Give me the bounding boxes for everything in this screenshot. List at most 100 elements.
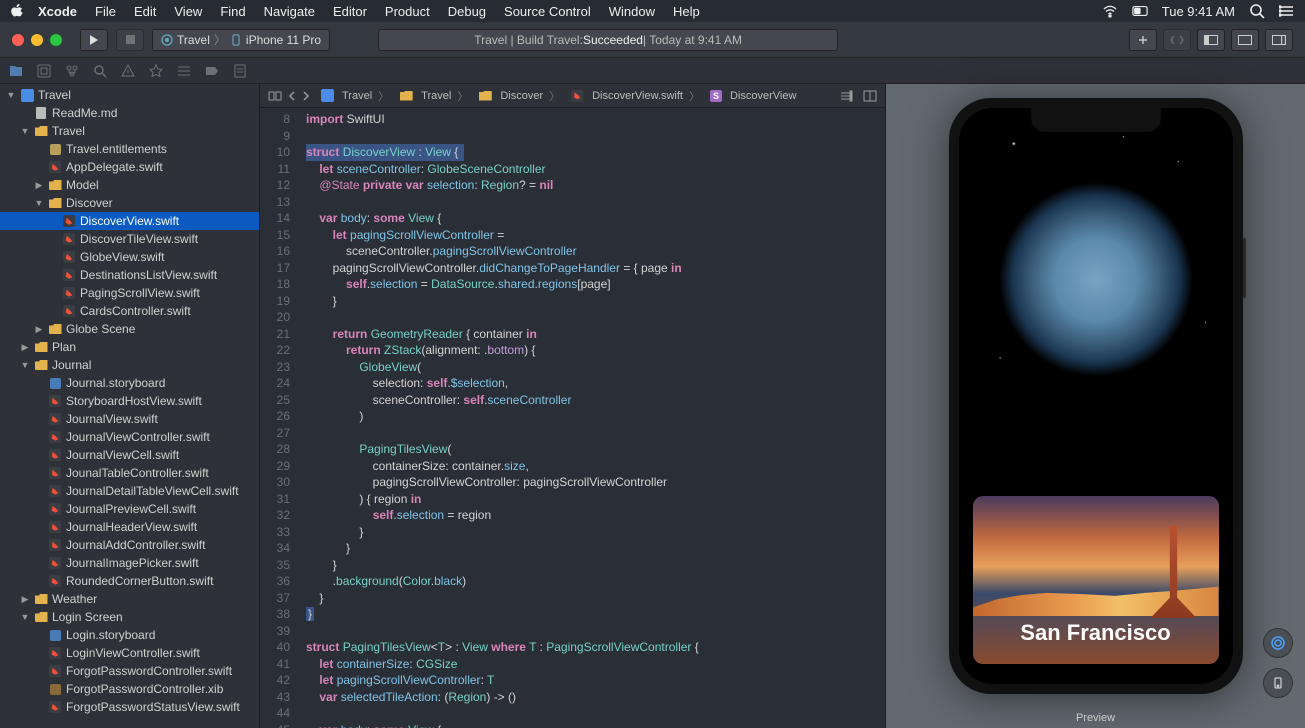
menu-navigate[interactable]: Navigate: [264, 4, 315, 19]
tree-item[interactable]: JournalAddController.swift: [0, 536, 259, 554]
control-center-icon[interactable]: [1132, 3, 1148, 19]
jump-project[interactable]: Travel: [342, 90, 372, 102]
tree-item[interactable]: ▼Travel: [0, 122, 259, 140]
tree-item[interactable]: Login.storyboard: [0, 626, 259, 644]
tree-item[interactable]: PagingScrollView.swift: [0, 284, 259, 302]
tree-item[interactable]: ▶Weather: [0, 590, 259, 608]
add-editor-icon[interactable]: [863, 90, 877, 102]
minimize-window-button[interactable]: [31, 34, 43, 46]
close-window-button[interactable]: [12, 34, 24, 46]
tree-item[interactable]: ForgotPasswordController.xib: [0, 680, 259, 698]
tree-item[interactable]: ▼Journal: [0, 356, 259, 374]
test-navigator-icon[interactable]: [148, 63, 164, 79]
doc-icon: [34, 106, 48, 120]
forward-button-icon[interactable]: [302, 91, 310, 101]
breakpoint-navigator-icon[interactable]: [204, 63, 220, 79]
jump-folder-2[interactable]: Discover: [500, 90, 543, 102]
tree-item[interactable]: ▶Plan: [0, 338, 259, 356]
tree-item[interactable]: JournalViewCell.swift: [0, 446, 259, 464]
tree-item[interactable]: GlobeView.swift: [0, 248, 259, 266]
tree-item[interactable]: JournalViewController.swift: [0, 428, 259, 446]
preview-on-device-button[interactable]: [1263, 668, 1293, 698]
back-button-icon[interactable]: [288, 91, 296, 101]
menu-view[interactable]: View: [174, 4, 202, 19]
tree-item-label: DestinationsListView.swift: [80, 268, 217, 282]
symbol-navigator-icon[interactable]: [64, 63, 80, 79]
tree-item[interactable]: DiscoverView.swift: [0, 212, 259, 230]
tree-item[interactable]: ▶Globe Scene: [0, 320, 259, 338]
jump-file[interactable]: DiscoverView.swift: [592, 90, 683, 102]
tree-item-label: Travel: [52, 124, 85, 138]
menu-file[interactable]: File: [95, 4, 116, 19]
tree-item[interactable]: JournalHeaderView.swift: [0, 518, 259, 536]
tree-item[interactable]: AppDelegate.swift: [0, 158, 259, 176]
tree-item[interactable]: JournalDetailTableViewCell.swift: [0, 482, 259, 500]
menu-help[interactable]: Help: [673, 4, 700, 19]
tree-item[interactable]: DiscoverTileView.swift: [0, 230, 259, 248]
tree-item[interactable]: ▶Model: [0, 176, 259, 194]
zoom-window-button[interactable]: [50, 34, 62, 46]
tree-item[interactable]: CardsController.swift: [0, 302, 259, 320]
related-items-icon[interactable]: [268, 91, 282, 101]
jump-symbol[interactable]: DiscoverView: [730, 90, 796, 102]
wifi-icon[interactable]: [1102, 3, 1118, 19]
tree-item[interactable]: JounalTableController.swift: [0, 464, 259, 482]
menu-product[interactable]: Product: [385, 4, 430, 19]
tree-item-label: JounalTableController.swift: [66, 466, 209, 480]
destination-card[interactable]: San Francisco: [973, 496, 1219, 664]
tree-item[interactable]: LoginViewController.swift: [0, 644, 259, 662]
editor-options-icon[interactable]: [839, 90, 853, 102]
swift-file-icon: [571, 90, 583, 102]
code-text[interactable]: import SwiftUI struct DiscoverView : Vie…: [298, 108, 885, 728]
source-editor[interactable]: 8910111213141516171819202122232425262728…: [260, 108, 885, 728]
tree-item[interactable]: Journal.storyboard: [0, 374, 259, 392]
tree-item[interactable]: JournalView.swift: [0, 410, 259, 428]
tree-item[interactable]: DestinationsListView.swift: [0, 266, 259, 284]
tree-item-label: Discover: [66, 196, 113, 210]
jump-folder-1[interactable]: Travel: [421, 90, 451, 102]
toggle-right-panel-button[interactable]: [1265, 29, 1293, 51]
menu-edit[interactable]: Edit: [134, 4, 156, 19]
project-navigator-icon[interactable]: [8, 63, 24, 79]
project-navigator[interactable]: ▼TravelReadMe.md▼TravelTravel.entitlemen…: [0, 84, 260, 728]
menu-source-control[interactable]: Source Control: [504, 4, 591, 19]
spotlight-icon[interactable]: [1249, 3, 1265, 19]
menu-editor[interactable]: Editor: [333, 4, 367, 19]
tree-root[interactable]: ▼Travel: [0, 86, 259, 104]
find-navigator-icon[interactable]: [92, 63, 108, 79]
issue-navigator-icon[interactable]: [120, 63, 136, 79]
tree-item-label: JournalViewController.swift: [66, 430, 210, 444]
menu-extras-icon[interactable]: [1279, 3, 1295, 19]
tree-item[interactable]: JournalPreviewCell.swift: [0, 500, 259, 518]
tree-item[interactable]: ReadMe.md: [0, 104, 259, 122]
tree-item[interactable]: StoryboardHostView.swift: [0, 392, 259, 410]
stop-button[interactable]: [116, 29, 144, 51]
tree-item-label: ForgotPasswordController.xib: [66, 682, 223, 696]
code-review-button[interactable]: [1163, 29, 1191, 51]
source-control-navigator-icon[interactable]: [36, 63, 52, 79]
toggle-left-panel-button[interactable]: [1197, 29, 1225, 51]
tree-item[interactable]: ▼Login Screen: [0, 608, 259, 626]
menu-find[interactable]: Find: [220, 4, 245, 19]
menu-window[interactable]: Window: [609, 4, 655, 19]
tree-item[interactable]: ForgotPasswordStatusView.swift: [0, 698, 259, 716]
menu-app[interactable]: Xcode: [38, 4, 77, 19]
run-button[interactable]: [80, 29, 108, 51]
jump-bar[interactable]: Travel〉 Travel〉 Discover〉 DiscoverView.s…: [260, 84, 885, 108]
menu-debug[interactable]: Debug: [448, 4, 486, 19]
tree-item[interactable]: ▼Discover: [0, 194, 259, 212]
device-screen[interactable]: San Francisco: [959, 108, 1233, 684]
tree-item[interactable]: JournalImagePicker.swift: [0, 554, 259, 572]
tree-item[interactable]: RoundedCornerButton.swift: [0, 572, 259, 590]
report-navigator-icon[interactable]: [232, 63, 248, 79]
tree-item-label: Plan: [52, 340, 76, 354]
live-preview-button[interactable]: [1263, 628, 1293, 658]
menubar-clock[interactable]: Tue 9:41 AM: [1162, 4, 1235, 19]
scheme-target-label: Travel: [177, 33, 210, 47]
debug-navigator-icon[interactable]: [176, 63, 192, 79]
tree-item[interactable]: Travel.entitlements: [0, 140, 259, 158]
library-button[interactable]: [1129, 29, 1157, 51]
tree-item[interactable]: ForgotPasswordController.swift: [0, 662, 259, 680]
toggle-bottom-panel-button[interactable]: [1231, 29, 1259, 51]
scheme-selector[interactable]: Travel 〉 iPhone 11 Pro: [152, 29, 330, 51]
